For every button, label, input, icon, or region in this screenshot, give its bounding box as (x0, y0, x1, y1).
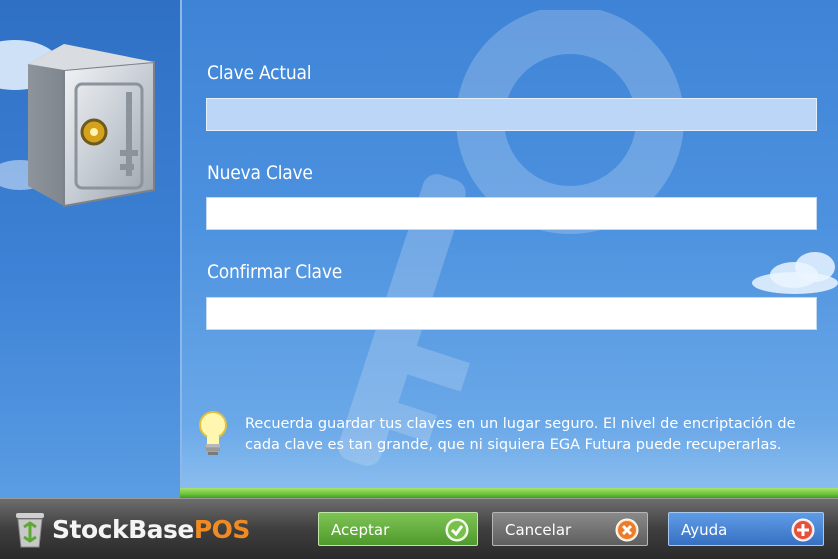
new-password-input[interactable] (206, 197, 817, 230)
dialog-body: Clave Actual Nueva Clave Confirmar Clave… (0, 0, 838, 498)
recycle-bin-logo-icon (16, 513, 44, 548)
safe-icon (28, 44, 155, 208)
left-panel (0, 0, 182, 498)
accept-button-label: Aceptar (331, 521, 390, 539)
cloud-decoration (752, 272, 838, 294)
cancel-button[interactable]: Cancelar (492, 512, 648, 546)
lightbulb-icon (199, 411, 227, 455)
app-logo: StockBasePOS (52, 515, 250, 544)
cancel-button-label: Cancelar (505, 521, 572, 539)
logo-text-primary: StockBase (52, 515, 194, 544)
close-icon (615, 518, 639, 542)
footer-bar: StockBasePOS Aceptar Cancelar Ayuda (0, 498, 838, 559)
help-button[interactable]: Ayuda (668, 512, 824, 546)
grass-decoration (180, 488, 838, 498)
help-button-label: Ayuda (681, 521, 728, 539)
logo-text-accent: POS (193, 515, 251, 544)
checkmark-icon (445, 518, 469, 542)
key-watermark-icon (338, 10, 684, 466)
security-tip-text: Recuerda guardar tus claves en un lugar … (245, 416, 796, 453)
current-password-input[interactable] (206, 98, 817, 131)
confirm-password-label: Confirmar Clave (207, 261, 343, 283)
new-password-label: Nueva Clave (207, 162, 313, 184)
plus-icon (791, 518, 815, 542)
accept-button[interactable]: Aceptar (318, 512, 478, 546)
current-password-label: Clave Actual (207, 62, 312, 84)
confirm-password-input[interactable] (206, 297, 817, 330)
